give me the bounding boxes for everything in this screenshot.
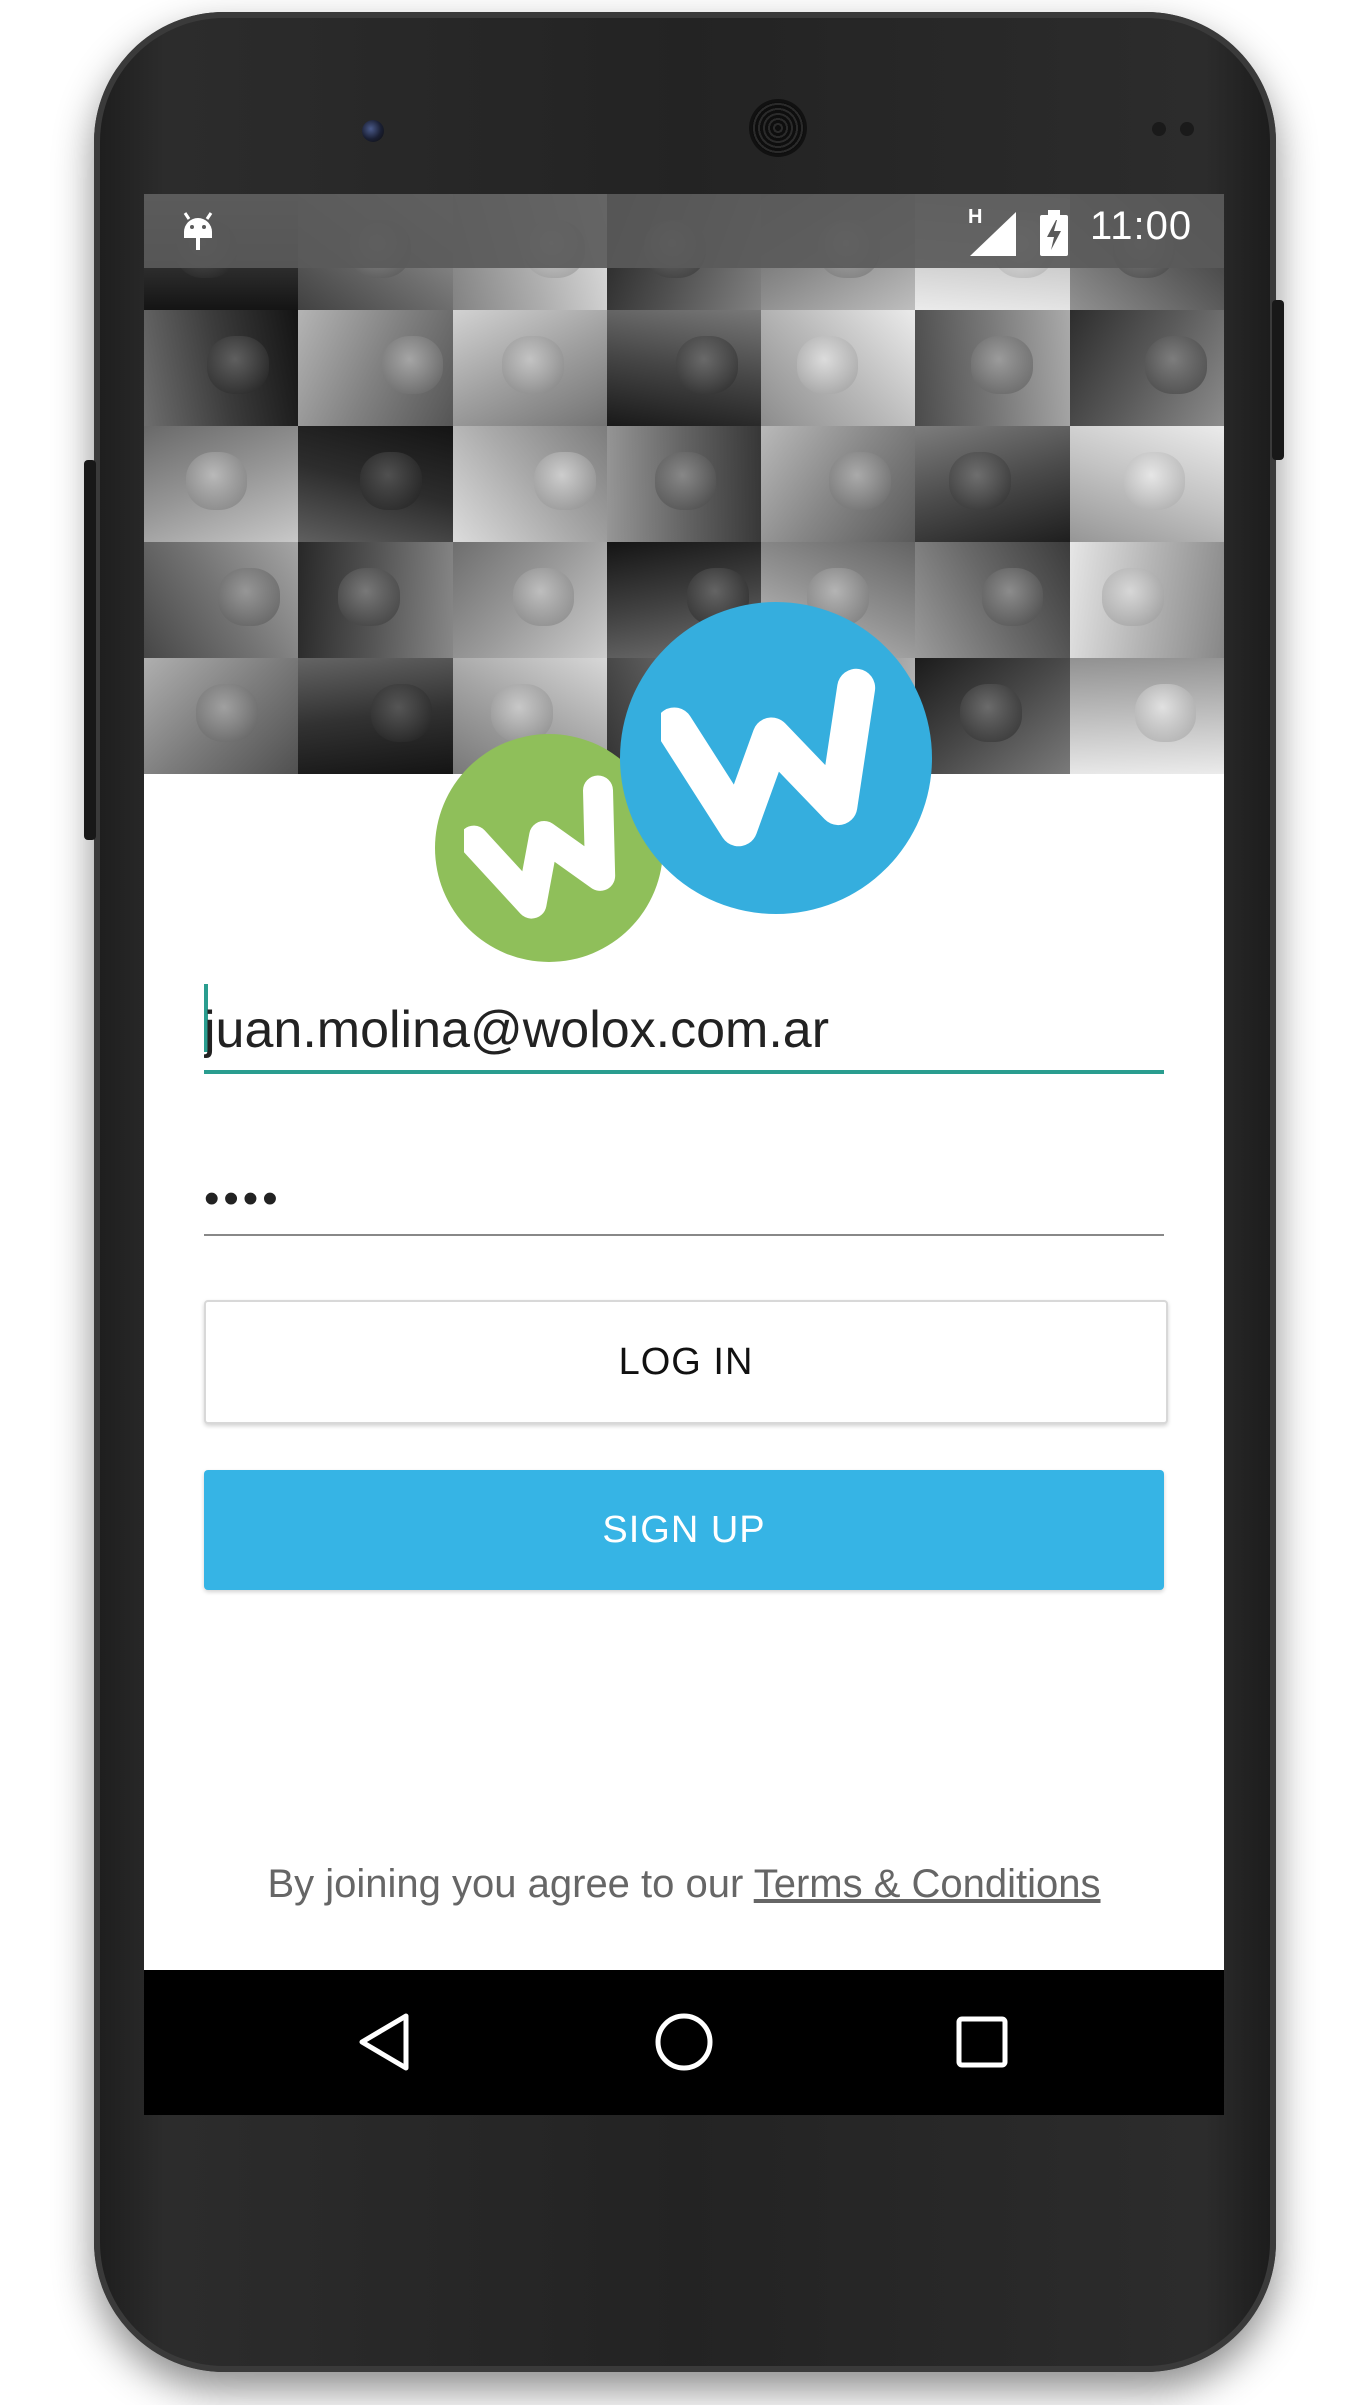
- terms-prefix: By joining you agree to our: [267, 1862, 754, 1906]
- photo-tile: [298, 310, 453, 426]
- email-field[interactable]: [204, 1000, 1164, 1060]
- navigation-bar: [144, 1970, 1224, 2115]
- photo-tile: [452, 426, 607, 542]
- photo-subject: [359, 451, 422, 510]
- photo-subject: [501, 335, 564, 394]
- terms-text: By joining you agree to our Terms & Cond…: [144, 1862, 1224, 1907]
- volume-button: [84, 460, 96, 840]
- proximity-sensor: [1152, 122, 1166, 136]
- wolox-logo-blue-circle: [620, 602, 932, 914]
- photo-tile: [1069, 310, 1224, 426]
- photo-subject: [1102, 567, 1164, 626]
- password-field[interactable]: [204, 1174, 1164, 1224]
- photo-tile: [915, 658, 1070, 774]
- earpiece-speaker: [749, 99, 807, 157]
- photo-tile: [144, 310, 299, 426]
- photo-subject: [970, 335, 1033, 394]
- photo-subject: [829, 451, 891, 510]
- photo-tile: [915, 426, 1070, 542]
- front-camera: [362, 120, 384, 142]
- password-field-container: [204, 1138, 1164, 1236]
- clock-time: 11:00: [1090, 204, 1193, 248]
- photo-subject: [1123, 451, 1186, 510]
- status-bar: H 11:00: [144, 194, 1224, 268]
- photo-subject: [207, 335, 269, 394]
- login-form: LOG IN SIGN UP: [204, 974, 1168, 1590]
- photo-subject: [512, 567, 575, 626]
- photo-tile: [606, 310, 762, 426]
- photo-tile: [761, 426, 916, 542]
- photo-tile: [144, 658, 299, 774]
- photo-tile: [1069, 542, 1224, 658]
- recents-icon[interactable]: [950, 2010, 1014, 2074]
- battery-charging-icon: [1040, 210, 1068, 256]
- photo-tile: [915, 310, 1070, 426]
- back-icon[interactable]: [354, 2010, 418, 2074]
- photo-subject: [370, 683, 433, 742]
- photo-subject: [654, 451, 717, 510]
- photo-tile: [606, 426, 762, 542]
- terms-link[interactable]: Terms & Conditions: [754, 1862, 1101, 1906]
- signal-icon: [970, 212, 1016, 256]
- w-letter-icon: [464, 775, 616, 919]
- photo-tile: [144, 542, 299, 658]
- photo-tile: [452, 542, 607, 658]
- photo-subject: [1145, 335, 1208, 394]
- photo-subject: [491, 683, 553, 742]
- home-icon[interactable]: [652, 2010, 716, 2074]
- email-field-container: [204, 974, 1164, 1074]
- photo-subject: [534, 451, 597, 510]
- photo-subject: [1134, 683, 1197, 742]
- photo-subject: [381, 335, 444, 394]
- photo-subject: [960, 683, 1022, 742]
- android-notification-icon: [183, 212, 213, 250]
- light-sensor: [1180, 122, 1194, 136]
- screen: H 11:00 LOG I: [144, 194, 1224, 2115]
- photo-tile: [915, 542, 1070, 658]
- w-letter-icon: [661, 668, 876, 847]
- photo-subject: [796, 335, 859, 394]
- photo-tile: [761, 310, 916, 426]
- photo-subject: [676, 335, 738, 394]
- photo-tile: [298, 542, 453, 658]
- photo-tile: [298, 426, 453, 542]
- photo-subject: [196, 683, 259, 742]
- photo-tile: [144, 426, 299, 542]
- photo-subject: [338, 567, 401, 626]
- photo-tile: [452, 310, 607, 426]
- photo-tile: [1069, 426, 1224, 542]
- signup-button[interactable]: SIGN UP: [204, 1470, 1164, 1590]
- photo-subject: [981, 567, 1044, 626]
- photo-tile: [1069, 658, 1224, 774]
- photo-tile: [298, 658, 453, 774]
- login-button[interactable]: LOG IN: [204, 1300, 1168, 1424]
- power-button: [1272, 300, 1284, 460]
- photo-subject: [949, 451, 1012, 510]
- photo-subject: [185, 451, 248, 510]
- photo-subject: [218, 567, 280, 626]
